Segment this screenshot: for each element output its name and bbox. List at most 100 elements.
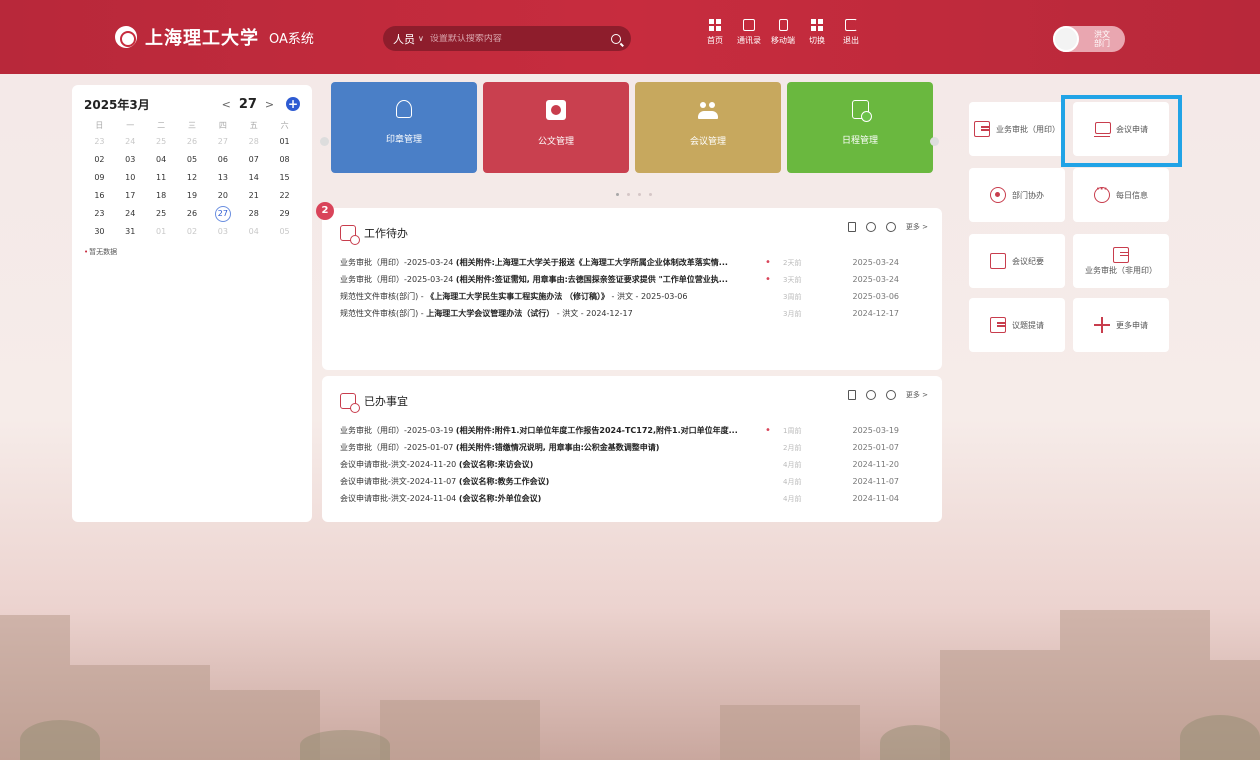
module-seal-management[interactable]: 印章管理: [331, 82, 477, 173]
calendar-day[interactable]: 26: [177, 133, 208, 151]
list-item[interactable]: 会议申请审批-洪文-2024-11-20 (会议名称:来访会议) 4月前 2024-…: [340, 456, 924, 473]
calendar-day[interactable]: 05: [269, 223, 300, 241]
nav-contacts[interactable]: 通讯录: [734, 19, 764, 46]
list-item[interactable]: 规范性文件审核(部门) - 《上海理工大学民生实事工程实施办法 （修订稿）》 -…: [340, 288, 924, 305]
calendar-day[interactable]: 09: [84, 169, 115, 187]
add-icon[interactable]: [885, 222, 896, 232]
calendar-day[interactable]: 06: [207, 151, 238, 169]
calendar-day[interactable]: 29: [269, 205, 300, 223]
calendar-day[interactable]: 13: [207, 169, 238, 187]
calendar-day-number: 19: [186, 191, 198, 200]
top-header: 上海理工大学 OA系统 人员 ∨ 首页 通讯录 移动端 切换 退出: [0, 0, 1260, 74]
nav-mobile[interactable]: 移动端: [768, 19, 798, 46]
module-label: 会议管理: [689, 137, 726, 147]
calendar-day[interactable]: 26: [177, 205, 208, 223]
calendar-next-button[interactable]: >: [265, 98, 274, 111]
calendar-day-number: 06: [217, 155, 228, 164]
view-toggle-icon[interactable]: [847, 222, 856, 232]
quick-more-apply[interactable]: 更多申请: [1073, 298, 1169, 352]
nav-home[interactable]: 首页: [700, 19, 730, 46]
carousel-prev-button[interactable]: [320, 137, 329, 146]
calendar-day[interactable]: 02: [177, 223, 208, 241]
module-document-management[interactable]: 公文管理: [483, 82, 629, 173]
calendar-day[interactable]: 19: [177, 187, 208, 205]
nav-switch[interactable]: 切换: [802, 19, 832, 46]
carousel-dot[interactable]: [616, 193, 619, 196]
search-icon[interactable]: [611, 33, 621, 44]
calendar-day[interactable]: 04: [146, 151, 177, 169]
calendar-day[interactable]: 08: [269, 151, 300, 169]
refresh-icon[interactable]: [865, 390, 876, 400]
module-meeting-management[interactable]: 会议管理: [635, 82, 781, 173]
university-logo[interactable]: 上海理工大学 OA系统: [115, 24, 314, 50]
calendar-day[interactable]: 11: [146, 169, 177, 187]
calendar-day[interactable]: 28: [238, 133, 269, 151]
calendar-day[interactable]: 15: [269, 169, 300, 187]
calendar-day[interactable]: 18: [146, 187, 177, 205]
quick-business-approval-seal[interactable]: 业务审批（用印）: [969, 102, 1065, 156]
quick-department-collab[interactable]: 部门协办: [969, 168, 1065, 222]
carousel-dot[interactable]: [649, 193, 652, 196]
calendar-prev-button[interactable]: <: [222, 98, 231, 111]
list-item[interactable]: 规范性文件审核(部门) - 上海理工大学会议管理办法（试行） - 洪文 - 20…: [340, 305, 924, 322]
done-more-link[interactable]: 更多 >: [906, 390, 928, 400]
list-item[interactable]: 业务审批（用印）-2025-03-24 (相关附件:签证需知, 用章事由:去德国…: [340, 271, 924, 288]
calendar-day[interactable]: 04: [238, 223, 269, 241]
quick-label: 业务审批（非用印）: [1085, 265, 1157, 275]
carousel-dot[interactable]: [638, 193, 641, 196]
calendar-day-today[interactable]: 27: [207, 205, 238, 223]
calendar-day[interactable]: 12: [177, 169, 208, 187]
calendar-day[interactable]: 05: [177, 151, 208, 169]
list-item[interactable]: 业务审批（用印）-2025-01-07 (相关附件:错缴情况说明, 用章事由:公…: [340, 439, 924, 456]
calendar-day[interactable]: 24: [115, 133, 146, 151]
quick-meeting-minutes[interactable]: 会议纪要: [969, 234, 1065, 288]
quick-daily-info[interactable]: 每日信息: [1073, 168, 1169, 222]
calendar-day-number: 02: [94, 155, 105, 164]
quick-label: 每日信息: [1116, 190, 1148, 200]
calendar-day[interactable]: 31: [115, 223, 146, 241]
unread-dot: •: [765, 274, 771, 285]
calendar-day[interactable]: 17: [115, 187, 146, 205]
calendar-day[interactable]: 01: [269, 133, 300, 151]
quick-topic-proposal[interactable]: 议题提请: [969, 298, 1065, 352]
calendar-day[interactable]: 03: [207, 223, 238, 241]
refresh-icon[interactable]: [865, 222, 876, 232]
nav-logout[interactable]: 退出: [836, 19, 866, 46]
calendar-day[interactable]: 30: [84, 223, 115, 241]
view-toggle-icon[interactable]: [847, 390, 856, 400]
calendar-day[interactable]: 16: [84, 187, 115, 205]
add-icon[interactable]: [885, 390, 896, 400]
calendar-day[interactable]: 02: [84, 151, 115, 169]
calendar-month-title[interactable]: 2025年3月: [84, 96, 150, 113]
calendar-day[interactable]: 07: [238, 151, 269, 169]
quick-meeting-apply[interactable]: 会议申请: [1073, 102, 1169, 156]
search-scope-select[interactable]: 人员 ∨: [393, 31, 424, 47]
calendar-day[interactable]: 03: [115, 151, 146, 169]
user-menu[interactable]: 洪文 部门: [1053, 26, 1125, 52]
todo-more-link[interactable]: 更多 >: [906, 222, 928, 232]
calendar-day[interactable]: 27: [207, 133, 238, 151]
calendar-day[interactable]: 24: [115, 205, 146, 223]
quick-business-approval-nonseal[interactable]: 业务审批（非用印）: [1073, 234, 1169, 288]
module-schedule-management[interactable]: 日程管理: [787, 82, 933, 173]
carousel-next-button[interactable]: [930, 137, 939, 146]
list-item[interactable]: 会议申请审批-洪文-2024-11-04 (会议名称:外单位会议) 4月前 2024…: [340, 490, 924, 507]
calendar-day[interactable]: 25: [146, 133, 177, 151]
calendar-day[interactable]: 20: [207, 187, 238, 205]
calendar-day[interactable]: 22: [269, 187, 300, 205]
calendar-day[interactable]: 25: [146, 205, 177, 223]
calendar-day[interactable]: 14: [238, 169, 269, 187]
calendar-day[interactable]: 28: [238, 205, 269, 223]
calendar-day[interactable]: 21: [238, 187, 269, 205]
search-input[interactable]: [429, 33, 611, 44]
calendar-day[interactable]: 01: [146, 223, 177, 241]
carousel-dot[interactable]: [627, 193, 630, 196]
list-item[interactable]: 会议申请审批-洪文-2024-11-07 (会议名称:教务工作会议) 4月前 202…: [340, 473, 924, 490]
calendar-day[interactable]: 23: [84, 205, 115, 223]
item-relative-time: 4月前: [783, 494, 802, 503]
calendar-day[interactable]: 23: [84, 133, 115, 151]
list-item[interactable]: 业务审批（用印）-2025-03-19 (相关附件:附件1.对口单位年度工作报告…: [340, 422, 924, 439]
add-schedule-button[interactable]: +: [286, 97, 300, 111]
list-item[interactable]: 业务审批（用印）-2025-03-24 (相关附件:上海理工大学关于报送《上海理…: [340, 254, 924, 271]
calendar-day[interactable]: 10: [115, 169, 146, 187]
